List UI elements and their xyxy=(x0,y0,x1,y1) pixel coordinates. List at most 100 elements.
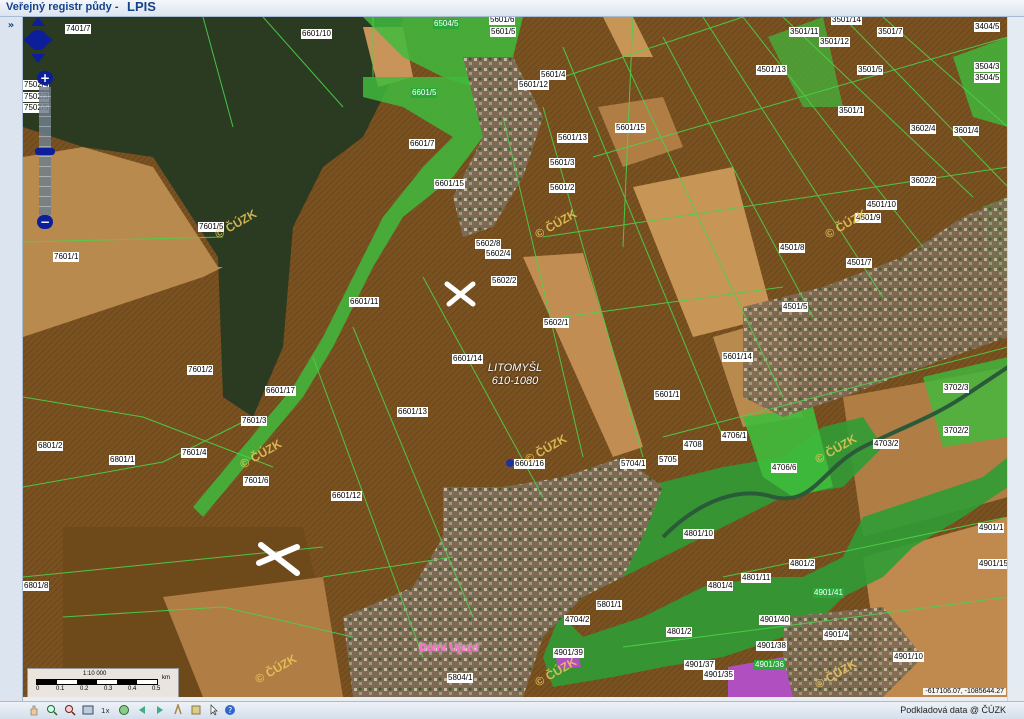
parcel-label[interactable]: 5602/8 xyxy=(475,239,502,249)
parcel-label[interactable]: 3501/14 xyxy=(831,17,862,25)
parcel-label[interactable]: 5601/6 xyxy=(489,17,516,25)
parcel-label[interactable]: 4901/36 xyxy=(754,660,785,670)
zoom-in-icon[interactable] xyxy=(46,704,58,716)
parcel-label[interactable]: 3404/5 xyxy=(974,22,1001,32)
vertical-scrollbar[interactable] xyxy=(1007,17,1024,701)
parcel-label[interactable]: 4501/8 xyxy=(779,243,806,253)
zoom-slider-handle[interactable] xyxy=(35,148,55,155)
parcel-label[interactable]: 5601/5 xyxy=(490,27,517,37)
parcel-label[interactable]: 4501/13 xyxy=(756,65,787,75)
parcel-label[interactable]: 5804/1 xyxy=(447,673,474,683)
parcel-label[interactable]: 4901/35 xyxy=(703,670,734,680)
parcel-label[interactable]: 4706/6 xyxy=(771,463,798,473)
parcel-label[interactable]: 5602/2 xyxy=(491,276,518,286)
parcel-label[interactable]: 5601/13 xyxy=(557,133,588,143)
parcel-label[interactable]: 5601/1 xyxy=(654,390,681,400)
parcel-label[interactable]: 4704/2 xyxy=(564,615,591,625)
zoom-out-icon[interactable] xyxy=(64,704,76,716)
print-icon[interactable] xyxy=(172,704,184,716)
parcel-label[interactable]: 3501/1 xyxy=(838,106,865,116)
pan-up-icon[interactable] xyxy=(31,17,45,26)
parcel-label[interactable]: 5601/2 xyxy=(549,183,576,193)
parcel-label[interactable]: 4901/38 xyxy=(756,641,787,651)
parcel-label[interactable]: 7601/1 xyxy=(53,252,80,262)
parcel-label[interactable]: 4501/7 xyxy=(846,258,873,268)
back-icon[interactable] xyxy=(136,704,148,716)
parcel-label[interactable]: 5601/15 xyxy=(615,123,646,133)
parcel-label[interactable]: 4703/2 xyxy=(873,439,900,449)
parcel-label[interactable]: 7601/3 xyxy=(241,416,268,426)
parcel-label[interactable]: 5704/1 xyxy=(620,459,647,469)
pan-center-icon[interactable] xyxy=(28,30,48,50)
parcel-label[interactable]: 3504/3 xyxy=(974,62,1001,72)
parcel-label[interactable]: 6504/5 xyxy=(433,19,460,29)
parcel-label[interactable]: 6601/12 xyxy=(331,491,362,501)
parcel-label[interactable]: 5602/4 xyxy=(485,249,512,259)
parcel-label[interactable]: 6601/13 xyxy=(397,407,428,417)
parcel-label[interactable]: 6601/11 xyxy=(349,297,380,307)
full-extent-icon[interactable] xyxy=(82,704,94,716)
zoom-in-button[interactable]: + xyxy=(37,71,53,85)
parcel-label[interactable]: 6601/15 xyxy=(434,179,465,189)
parcel-label[interactable]: 5705 xyxy=(658,455,678,465)
parcel-label[interactable]: 7401/7 xyxy=(65,24,92,34)
parcel-label[interactable]: 4801/10 xyxy=(683,529,714,539)
pan-control[interactable] xyxy=(23,17,53,63)
parcel-label[interactable]: 7601/6 xyxy=(243,476,270,486)
parcel-label[interactable]: 6601/5 xyxy=(411,88,438,98)
parcel-label[interactable]: 5601/4 xyxy=(540,70,567,80)
parcel-label[interactable]: 3601/4 xyxy=(953,126,980,136)
parcel-label[interactable]: 3501/5 xyxy=(857,65,884,75)
parcel-label[interactable]: 6801/8 xyxy=(23,581,50,591)
parcel-label[interactable]: 3501/7 xyxy=(877,27,904,37)
parcel-label[interactable]: 4901/40 xyxy=(759,615,790,625)
parcel-label[interactable]: 5601/12 xyxy=(518,80,549,90)
parcel-label[interactable]: 4901/41 xyxy=(813,588,844,598)
parcel-label[interactable]: 3602/4 xyxy=(910,124,937,134)
svg-text:?: ? xyxy=(228,706,232,715)
parcel-label[interactable]: 4706/1 xyxy=(721,431,748,441)
parcel-label[interactable]: 4801/11 xyxy=(741,573,772,583)
parcel-label[interactable]: 3501/12 xyxy=(819,37,850,47)
hand-icon[interactable] xyxy=(28,704,40,716)
parcel-label[interactable]: 4708 xyxy=(683,440,703,450)
parcel-label[interactable]: 6601/7 xyxy=(409,139,436,149)
parcel-label[interactable]: 4801/4 xyxy=(707,581,734,591)
parcel-label[interactable]: 4901/10 xyxy=(893,652,924,662)
parcel-label[interactable]: 3602/2 xyxy=(910,176,937,186)
refresh-icon[interactable] xyxy=(118,704,130,716)
parcel-label[interactable]: 3702/3 xyxy=(943,383,970,393)
parcel-label[interactable]: 4801/2 xyxy=(666,627,693,637)
parcel-label[interactable]: 6601/10 xyxy=(301,29,332,39)
parcel-label[interactable]: 7601/4 xyxy=(181,448,208,458)
parcel-label[interactable]: 6801/2 xyxy=(37,441,64,451)
parcel-label[interactable]: 6601/17 xyxy=(265,386,296,396)
parcel-label[interactable]: 4501/5 xyxy=(782,302,809,312)
parcel-label[interactable]: 5601/14 xyxy=(722,352,753,362)
forward-icon[interactable] xyxy=(154,704,166,716)
pan-down-icon[interactable] xyxy=(31,54,45,63)
parcel-label[interactable]: 3702/2 xyxy=(943,426,970,436)
left-panel: » xyxy=(0,17,23,701)
expand-panel-icon[interactable]: » xyxy=(5,20,17,32)
zoom-out-button[interactable]: − xyxy=(37,215,53,229)
layers-icon[interactable] xyxy=(190,704,202,716)
town-name: LITOMYŠL xyxy=(487,362,543,374)
parcel-label[interactable]: 7601/2 xyxy=(187,365,214,375)
parcel-label[interactable]: 5601/3 xyxy=(549,158,576,168)
map-view[interactable]: 7401/7 6601/10 6504/5 5601/6 5601/5 3501… xyxy=(23,17,1008,697)
help-icon[interactable]: ? xyxy=(224,704,236,716)
parcel-label[interactable]: 5602/1 xyxy=(543,318,570,328)
parcel-label[interactable]: 4801/2 xyxy=(789,559,816,569)
parcel-label[interactable]: 4901/15 xyxy=(978,559,1008,569)
parcel-label[interactable]: 3504/5 xyxy=(974,73,1001,83)
parcel-label[interactable]: 4501/10 xyxy=(866,200,897,210)
parcel-label[interactable]: 5801/1 xyxy=(596,600,623,610)
parcel-label[interactable]: 4901/37 xyxy=(684,660,715,670)
parcel-label[interactable]: 4901/1 xyxy=(978,523,1005,533)
measure-icon[interactable]: 1x xyxy=(100,704,112,716)
parcel-label[interactable]: 3501/11 xyxy=(789,27,820,37)
select-icon[interactable] xyxy=(208,704,220,716)
parcel-label[interactable]: 6801/1 xyxy=(109,455,136,465)
parcel-label[interactable]: 4901/4 xyxy=(823,630,850,640)
